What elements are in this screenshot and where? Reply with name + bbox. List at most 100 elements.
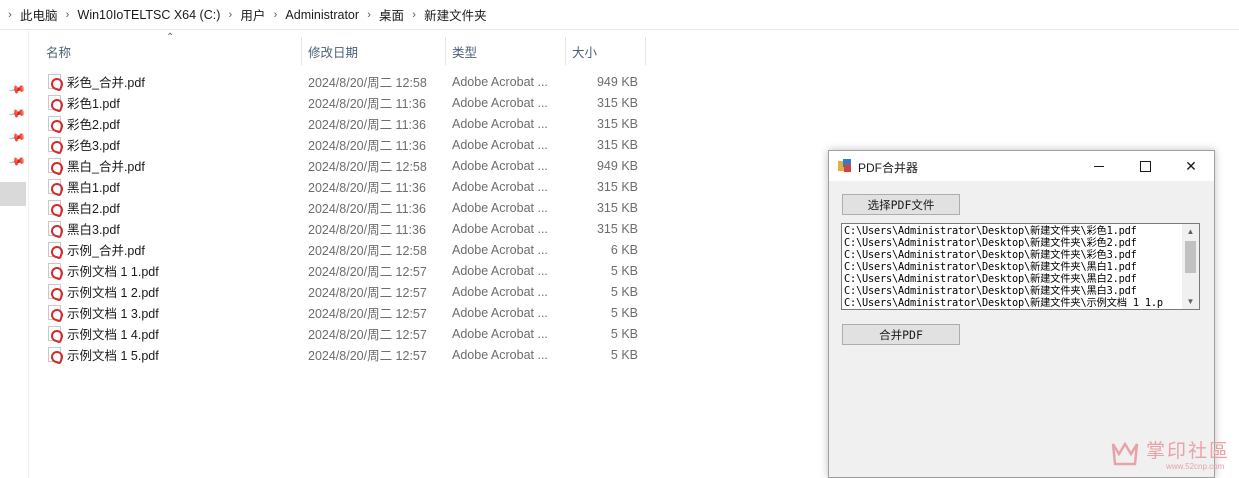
- pdf-file-icon: [48, 74, 61, 89]
- pdf-file-icon: [48, 137, 61, 152]
- file-type: Adobe Acrobat ...: [452, 158, 548, 173]
- close-button[interactable]: ✕: [1168, 151, 1214, 181]
- file-modified-date: 2024/8/20/周二 11:36: [308, 97, 426, 111]
- pin-icon[interactable]: 📌: [7, 104, 26, 123]
- breadcrumb-this-pc[interactable]: 此电脑: [18, 5, 60, 24]
- file-row[interactable]: 黑白2.pdf 2024/8/20/周二 11:36 Adobe Acrobat .…: [44, 197, 644, 218]
- file-size: 315 KB: [596, 137, 638, 152]
- breadcrumb-new-folder[interactable]: 新建文件夹: [422, 5, 489, 24]
- file-row[interactable]: 彩色3.pdf 2024/8/20/周二 11:36 Adobe Acrobat .…: [44, 134, 644, 155]
- file-row[interactable]: 彩色1.pdf 2024/8/20/周二 11:36 Adobe Acrobat .…: [44, 92, 644, 113]
- file-row[interactable]: 示例文档 1 1.pdf 2024/8/20/周二 12:57 Adobe Acro…: [44, 260, 644, 281]
- file-modified-date: 2024/8/20/周二 11:36: [308, 202, 426, 216]
- file-row[interactable]: 示例文档 1 4.pdf 2024/8/20/周二 12:57 Adobe Acro…: [44, 323, 644, 344]
- selected-file-item[interactable]: C:\Users\Administrator\Desktop\新建文件夹\黑白2…: [842, 273, 1182, 285]
- file-modified-date: 2024/8/20/周二 12:58: [308, 160, 427, 174]
- chevron-right-icon[interactable]: ›: [267, 9, 283, 21]
- pdf-file-icon: [48, 347, 61, 362]
- chevron-right-icon[interactable]: ›: [222, 9, 238, 21]
- nav-selected-item[interactable]: [0, 182, 26, 206]
- file-row[interactable]: 示例文档 1 5.pdf 2024/8/20/周二 12:57 Adobe Acro…: [44, 344, 644, 365]
- selected-file-item[interactable]: C:\Users\Administrator\Desktop\新建文件夹\彩色2…: [842, 237, 1182, 249]
- scroll-up-icon[interactable]: ▲: [1182, 224, 1199, 239]
- select-pdf-button[interactable]: 选择PDF文件: [842, 194, 960, 215]
- breadcrumb-drive-c[interactable]: Win10IoTELTSC X64 (C:): [76, 8, 223, 22]
- scroll-thumb[interactable]: [1185, 241, 1196, 273]
- file-modified-date: 2024/8/20/周二 11:36: [308, 139, 426, 153]
- column-header-type[interactable]: 类型: [446, 37, 566, 65]
- breadcrumb-users[interactable]: 用户: [238, 5, 267, 24]
- column-header-size[interactable]: 大小: [566, 37, 646, 65]
- file-type: Adobe Acrobat ...: [452, 284, 548, 299]
- chevron-right-icon[interactable]: ›: [361, 9, 377, 21]
- title-bar[interactable]: PDF合并器 ✕: [829, 151, 1214, 181]
- file-type: Adobe Acrobat ...: [452, 221, 548, 236]
- file-type: Adobe Acrobat ...: [452, 95, 548, 110]
- file-row[interactable]: 黑白3.pdf 2024/8/20/周二 11:36 Adobe Acrobat .…: [44, 218, 644, 239]
- chevron-right-icon[interactable]: ›: [60, 9, 76, 21]
- file-name-cell: 黑白_合并.pdf: [48, 156, 145, 175]
- file-modified-date: 2024/8/20/周二 12:57: [308, 328, 427, 342]
- app-icon: [838, 159, 852, 173]
- selected-file-item[interactable]: C:\Users\Administrator\Desktop\新建文件夹\黑白3…: [842, 285, 1182, 297]
- file-size: 949 KB: [596, 74, 638, 89]
- file-name: 示例文档 1 3.pdf: [67, 307, 159, 321]
- file-name-cell: 示例文档 1 3.pdf: [48, 303, 159, 322]
- breadcrumb-administrator[interactable]: Administrator: [283, 8, 361, 22]
- file-size: 5 KB: [610, 305, 638, 320]
- file-name-cell: 黑白2.pdf: [48, 198, 120, 217]
- file-row[interactable]: 示例_合并.pdf 2024/8/20/周二 12:58 Adobe Acrobat…: [44, 239, 644, 260]
- watermark-logo-icon: [1111, 441, 1139, 466]
- column-header-name[interactable]: 名称: [40, 37, 302, 65]
- address-bar[interactable]: › 此电脑 › Win10IoTELTSC X64 (C:) › 用户 › Ad…: [0, 0, 1239, 30]
- watermark-text: 掌印社區: [1146, 440, 1231, 462]
- file-row[interactable]: 示例文档 1 3.pdf 2024/8/20/周二 12:57 Adobe Acro…: [44, 302, 644, 323]
- file-type: Adobe Acrobat ...: [452, 137, 548, 152]
- file-modified-date: 2024/8/20/周二 12:57: [308, 286, 427, 300]
- vertical-scrollbar[interactable]: ▲ ▼: [1182, 224, 1199, 309]
- file-row[interactable]: 彩色_合并.pdf 2024/8/20/周二 12:58 Adobe Acrobat…: [44, 71, 644, 92]
- selected-file-item[interactable]: C:\Users\Administrator\Desktop\新建文件夹\彩色1…: [842, 225, 1182, 237]
- pdf-merger-window: PDF合并器 ✕ 选择PDF文件 C:\Users\Administrator\…: [828, 150, 1215, 478]
- file-name: 示例文档 1 2.pdf: [67, 286, 159, 300]
- file-row[interactable]: 彩色2.pdf 2024/8/20/周二 11:36 Adobe Acrobat .…: [44, 113, 644, 134]
- file-type: Adobe Acrobat ...: [452, 347, 548, 362]
- file-name-cell: 彩色3.pdf: [48, 135, 120, 154]
- file-name-cell: 示例_合并.pdf: [48, 240, 145, 259]
- selected-file-item[interactable]: C:\Users\Administrator\Desktop\新建文件夹\黑白1…: [842, 261, 1182, 273]
- file-name: 黑白2.pdf: [67, 202, 120, 216]
- file-name: 示例文档 1 5.pdf: [67, 349, 159, 363]
- merge-pdf-button[interactable]: 合并PDF: [842, 324, 960, 345]
- selected-file-item[interactable]: C:\Users\Administrator\Desktop\新建文件夹\彩色3…: [842, 249, 1182, 261]
- file-type: Adobe Acrobat ...: [452, 305, 548, 320]
- file-modified-date: 2024/8/20/周二 12:57: [308, 349, 427, 363]
- file-size: 5 KB: [610, 347, 638, 362]
- file-type: Adobe Acrobat ...: [452, 326, 548, 341]
- file-size: 315 KB: [596, 179, 638, 194]
- file-name-cell: 黑白3.pdf: [48, 219, 120, 238]
- pin-icon[interactable]: 📌: [7, 80, 26, 99]
- pdf-file-icon: [48, 200, 61, 215]
- pdf-file-icon: [48, 116, 61, 131]
- pdf-file-icon: [48, 284, 61, 299]
- pin-icon[interactable]: 📌: [7, 152, 26, 171]
- selected-file-item[interactable]: C:\Users\Administrator\Desktop\新建文件夹\示例文…: [842, 297, 1182, 309]
- pin-icon[interactable]: 📌: [7, 128, 26, 147]
- chevron-right-icon[interactable]: ›: [406, 9, 422, 21]
- watermark-url: www.52cnp.com: [1166, 462, 1225, 471]
- file-row[interactable]: 黑白_合并.pdf 2024/8/20/周二 12:58 Adobe Acrobat…: [44, 155, 644, 176]
- pdf-file-icon: [48, 305, 61, 320]
- breadcrumb-desktop[interactable]: 桌面: [377, 5, 406, 24]
- file-type: Adobe Acrobat ...: [452, 242, 548, 257]
- file-row[interactable]: 黑白1.pdf 2024/8/20/周二 11:36 Adobe Acrobat .…: [44, 176, 644, 197]
- file-size: 315 KB: [596, 221, 638, 236]
- maximize-button[interactable]: [1122, 151, 1168, 181]
- selected-files-list[interactable]: C:\Users\Administrator\Desktop\新建文件夹\彩色1…: [841, 223, 1200, 310]
- column-header-date[interactable]: 修改日期: [302, 37, 446, 65]
- file-size: 5 KB: [610, 263, 638, 278]
- file-size: 5 KB: [610, 284, 638, 299]
- minimize-button[interactable]: [1076, 151, 1122, 181]
- file-name: 彩色2.pdf: [67, 118, 120, 132]
- scroll-down-icon[interactable]: ▼: [1182, 294, 1199, 309]
- file-row[interactable]: 示例文档 1 2.pdf 2024/8/20/周二 12:57 Adobe Acro…: [44, 281, 644, 302]
